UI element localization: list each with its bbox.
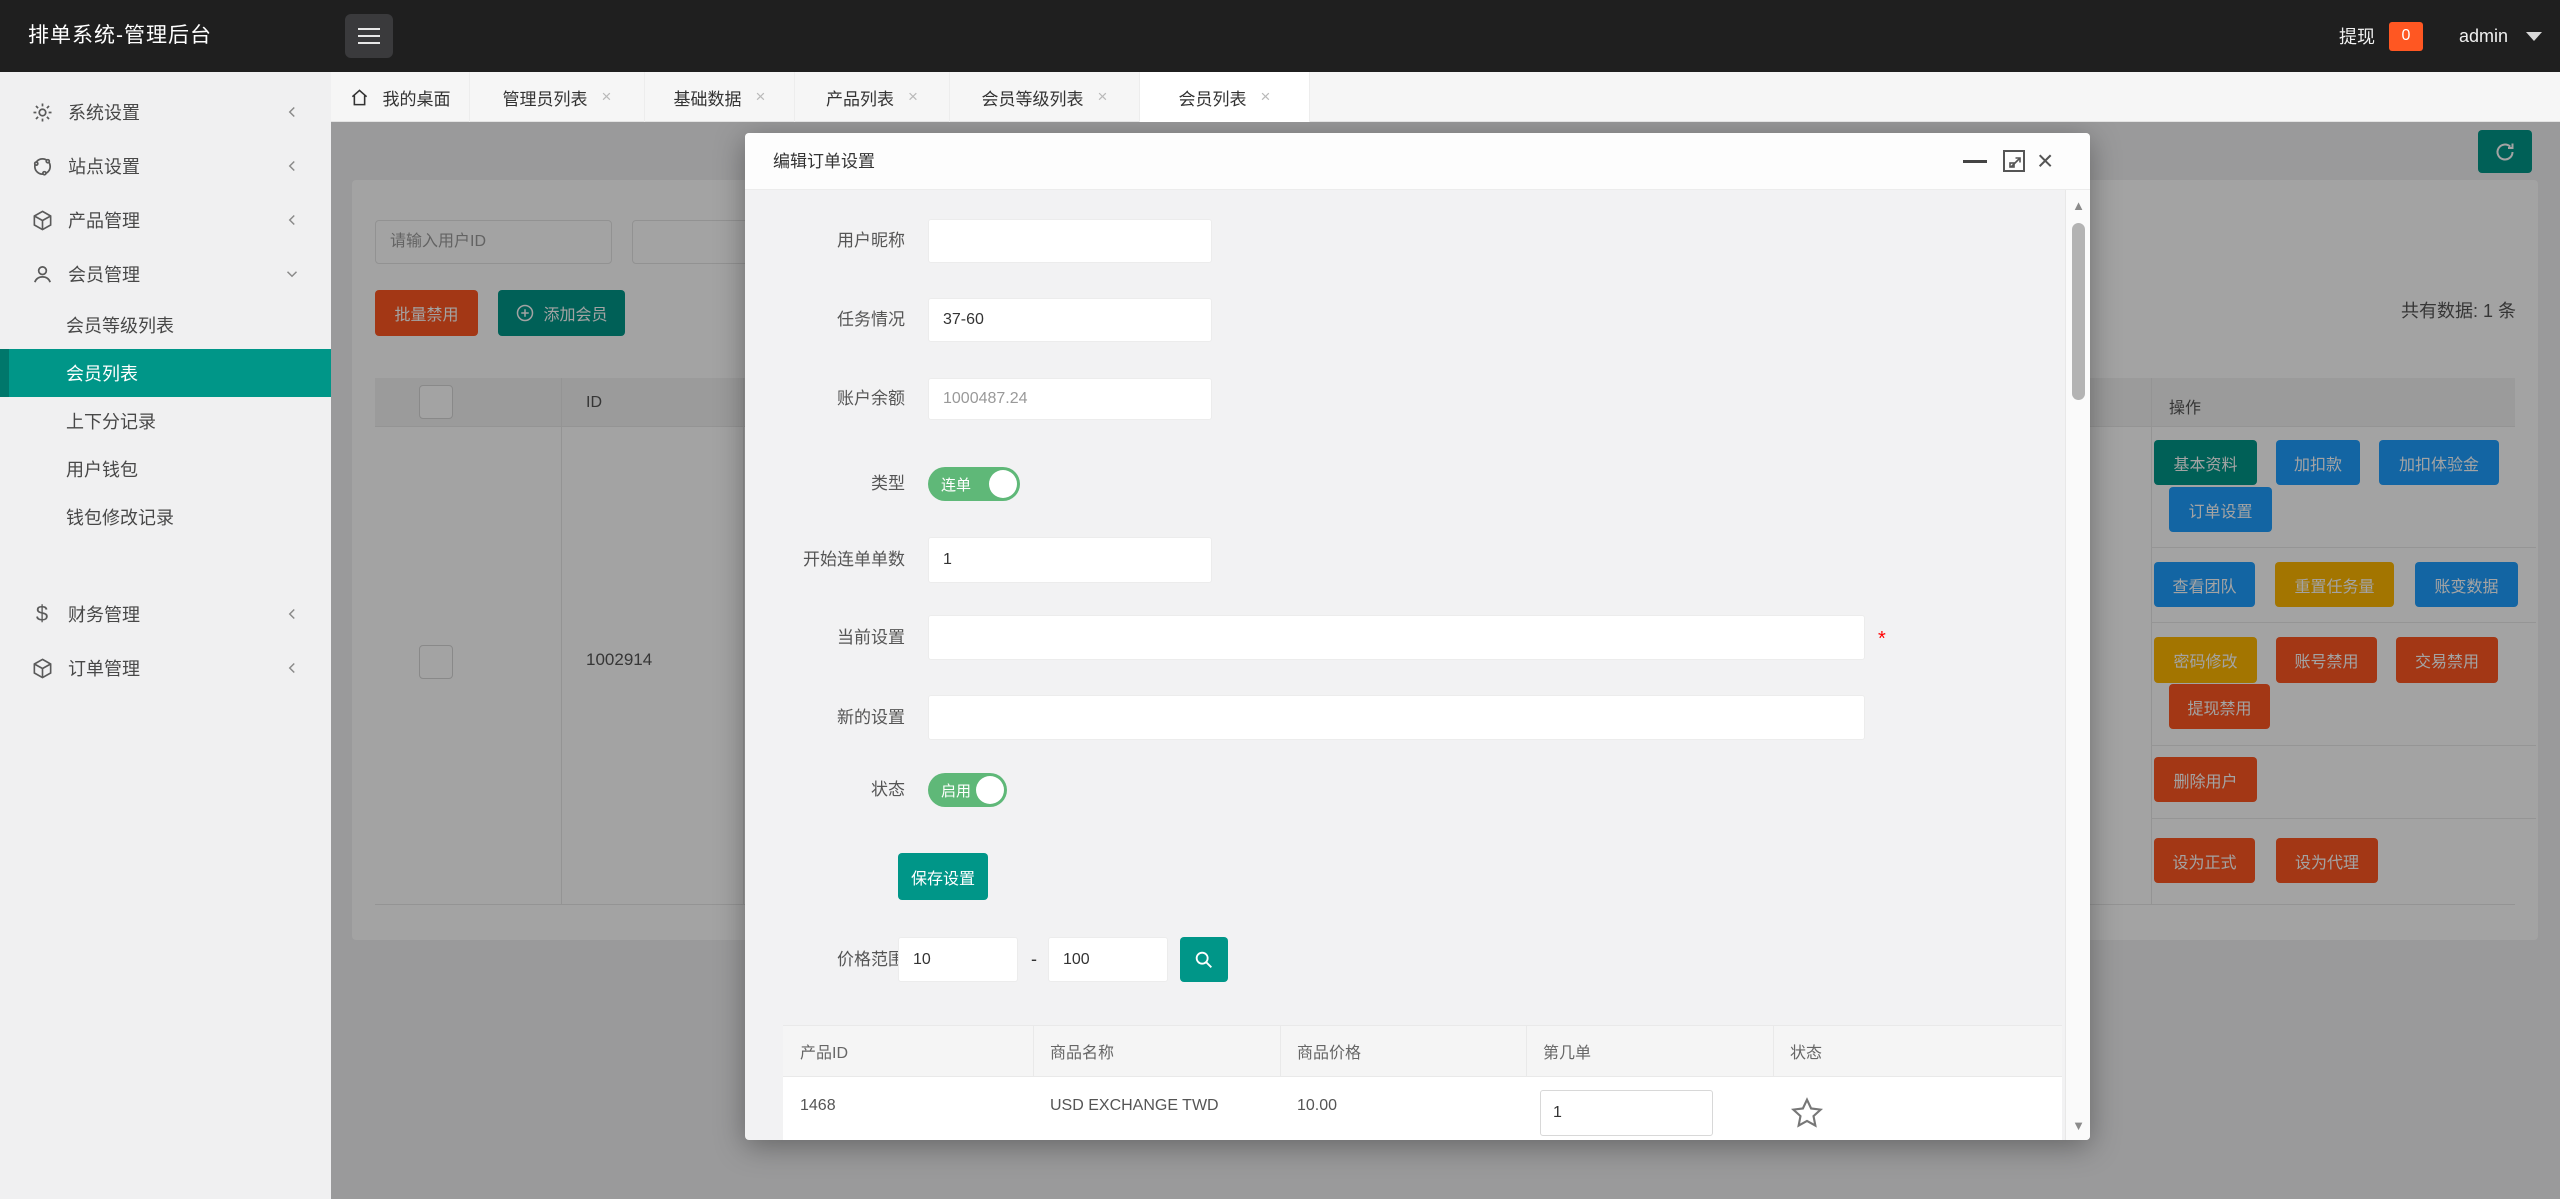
tab-member-list-active[interactable]: 会员列表 × bbox=[1140, 72, 1310, 122]
header-right: 提现 0 admin bbox=[2339, 0, 2542, 72]
tab-product-list[interactable]: 产品列表 × bbox=[795, 72, 950, 122]
cube-icon bbox=[30, 656, 54, 680]
modal-cell-product-id: 1468 bbox=[800, 1097, 836, 1115]
sidebar-item-product-management[interactable]: 产品管理 bbox=[0, 193, 331, 247]
modal-col-product-id: 产品ID bbox=[800, 1039, 848, 1063]
tab-close-icon[interactable]: × bbox=[1098, 87, 1108, 107]
chevron-left-icon bbox=[283, 103, 301, 121]
scrollbar-thumb[interactable] bbox=[2072, 223, 2085, 400]
label-task: 任务情况 bbox=[745, 298, 905, 342]
close-icon[interactable]: × bbox=[2037, 143, 2053, 179]
label-price-range: 价格范围 bbox=[745, 937, 905, 982]
switch-knob bbox=[976, 776, 1004, 804]
tab-close-icon[interactable]: × bbox=[756, 87, 766, 107]
task-status-input[interactable] bbox=[928, 298, 1212, 342]
modal-cell-product-price: 10.00 bbox=[1297, 1097, 1337, 1115]
sidebar-item-finance-management[interactable]: $ 财务管理 bbox=[0, 587, 331, 641]
sidebar-item-order-management[interactable]: 订单管理 bbox=[0, 641, 331, 695]
label-nickname: 用户昵称 bbox=[745, 219, 905, 263]
tab-base-data[interactable]: 基础数据 × bbox=[645, 72, 795, 122]
tab-close-icon[interactable]: × bbox=[602, 87, 612, 107]
tab-desktop[interactable]: 我的桌面 bbox=[331, 72, 470, 122]
price-max-input[interactable] bbox=[1048, 937, 1168, 982]
gear-icon bbox=[30, 100, 54, 124]
chevron-left-icon bbox=[283, 211, 301, 229]
label-status: 状态 bbox=[745, 773, 905, 807]
dollar-icon: $ bbox=[30, 602, 54, 626]
modal-scrollbar: ▲ ▼ bbox=[2065, 190, 2090, 1140]
tab-bar: 我的桌面 管理员列表 × 基础数据 × 产品列表 × 会员等级列表 × 会员列表… bbox=[331, 72, 2560, 122]
modal-col-product-name: 商品名称 bbox=[1050, 1039, 1114, 1063]
order-number-input[interactable] bbox=[1540, 1090, 1713, 1136]
label-start-count: 开始连单单数 bbox=[745, 537, 905, 583]
star-icon[interactable] bbox=[1790, 1096, 1824, 1135]
label-type: 类型 bbox=[745, 467, 905, 501]
balance-input[interactable] bbox=[928, 378, 1212, 420]
hamburger-icon bbox=[358, 28, 380, 30]
switch-knob bbox=[989, 470, 1017, 498]
chevron-down-icon[interactable] bbox=[2526, 32, 2542, 41]
globe-icon bbox=[30, 154, 54, 178]
sidebar-item-wallet-modify-log[interactable]: 钱包修改记录 bbox=[0, 493, 331, 541]
search-icon bbox=[1193, 949, 1215, 971]
tab-member-level-list[interactable]: 会员等级列表 × bbox=[950, 72, 1140, 122]
sidebar-item-system-settings[interactable]: 系统设置 bbox=[0, 85, 331, 139]
required-asterisk: * bbox=[1878, 628, 1886, 651]
chevron-left-icon bbox=[283, 605, 301, 623]
label-balance: 账户余额 bbox=[745, 378, 905, 420]
withdraw-link[interactable]: 提现 bbox=[2339, 23, 2375, 49]
sidebar-item-member-level-list[interactable]: 会员等级列表 bbox=[0, 301, 331, 349]
modal-titlebar: 编辑订单设置 × bbox=[745, 133, 2090, 190]
status-switch-on[interactable]: 启用 bbox=[928, 773, 1007, 807]
tab-close-icon[interactable]: × bbox=[908, 87, 918, 107]
nickname-input[interactable] bbox=[928, 219, 1212, 263]
new-setting-input[interactable] bbox=[928, 695, 1865, 740]
sidebar-item-site-settings[interactable]: 站点设置 bbox=[0, 139, 331, 193]
modal-cell-product-name: USD EXCHANGE TWD bbox=[1050, 1097, 1219, 1115]
tab-close-icon[interactable]: × bbox=[1261, 87, 1271, 107]
tab-admin-list[interactable]: 管理员列表 × bbox=[470, 72, 645, 122]
chevron-down-icon bbox=[283, 265, 301, 283]
menu-toggle-button[interactable] bbox=[345, 14, 393, 58]
app-title: 排单系统-管理后台 bbox=[28, 0, 212, 72]
minimize-icon[interactable] bbox=[1963, 160, 1987, 163]
modal-col-product-price: 商品价格 bbox=[1297, 1039, 1361, 1063]
home-icon bbox=[350, 88, 369, 107]
chevron-left-icon bbox=[283, 157, 301, 175]
save-settings-button[interactable]: 保存设置 bbox=[898, 853, 988, 900]
user-icon bbox=[30, 262, 54, 286]
withdraw-count-badge: 0 bbox=[2389, 22, 2423, 51]
current-setting-input[interactable] bbox=[928, 615, 1865, 660]
app-root: 排单系统-管理后台 提现 0 admin 我的桌面 管理员列表 × 基础数据 ×… bbox=[0, 0, 2560, 1199]
modal-table-row bbox=[783, 1077, 2062, 1140]
modal-col-status: 状态 bbox=[1790, 1039, 1822, 1063]
type-switch-on[interactable]: 连单 bbox=[928, 467, 1020, 501]
sidebar: 系统设置 站点设置 产品管理 会员管理 会员等级列表 bbox=[0, 72, 331, 1199]
maximize-icon[interactable] bbox=[2003, 150, 2025, 172]
cube-icon bbox=[30, 208, 54, 232]
label-new-setting: 新的设置 bbox=[745, 695, 905, 740]
price-min-input[interactable] bbox=[898, 937, 1018, 982]
modal-col-order-number: 第几单 bbox=[1543, 1039, 1591, 1063]
sidebar-item-member-list-active[interactable]: 会员列表 bbox=[0, 349, 331, 397]
edit-order-settings-modal: 编辑订单设置 × 用户昵称 任务情况 账户余额 类型 连单 开始连单单数 当前设… bbox=[745, 133, 2090, 1140]
range-dash: - bbox=[1031, 937, 1037, 982]
price-search-button[interactable] bbox=[1180, 937, 1228, 982]
sidebar-item-updown-records[interactable]: 上下分记录 bbox=[0, 397, 331, 445]
modal-title: 编辑订单设置 bbox=[773, 133, 875, 190]
chevron-left-icon bbox=[283, 659, 301, 677]
top-header: 排单系统-管理后台 提现 0 admin bbox=[0, 0, 2560, 72]
scroll-up-icon[interactable]: ▲ bbox=[2066, 198, 2090, 213]
start-count-input[interactable] bbox=[928, 537, 1212, 583]
user-menu[interactable]: admin bbox=[2459, 26, 2508, 47]
sidebar-item-member-management[interactable]: 会员管理 bbox=[0, 247, 331, 301]
scroll-down-icon[interactable]: ▼ bbox=[2066, 1118, 2090, 1133]
label-current-setting: 当前设置 bbox=[745, 615, 905, 660]
sidebar-item-user-wallet[interactable]: 用户钱包 bbox=[0, 445, 331, 493]
